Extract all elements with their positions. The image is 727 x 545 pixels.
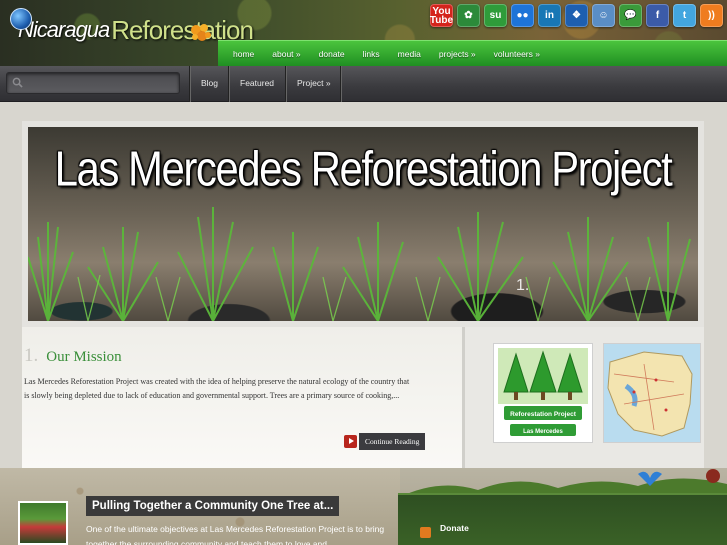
post-excerpt: One of the ultimate objectives at Las Me… [86, 524, 385, 545]
treehugger-icon[interactable]: ✿ [457, 4, 480, 27]
slide-number[interactable]: 1. [516, 277, 529, 295]
flower-icon [191, 24, 211, 41]
topnav-item-projects[interactable]: projects » [430, 49, 485, 59]
slide-image[interactable]: Las Mercedes Reforestation Project 1. [28, 127, 698, 321]
sidebar-widgets: Reforestation Project Las Mercedes [462, 327, 704, 468]
nicaragua-map[interactable] [603, 343, 701, 443]
play-arrow-icon [344, 435, 357, 448]
featured-slider: Las Mercedes Reforestation Project 1. [22, 121, 704, 327]
mission-heading[interactable]: 1. Our Mission [24, 341, 122, 368]
linkedin-icon[interactable]: in [538, 4, 561, 27]
youtube-icon[interactable]: You Tube [430, 4, 453, 27]
nav-blog[interactable]: Blog [201, 66, 218, 102]
search-box [6, 72, 180, 94]
topnav-item-media[interactable]: media [389, 49, 430, 59]
reforestation-project-badge[interactable]: Reforestation Project Las Mercedes [493, 343, 593, 443]
rss-icon[interactable]: )) [700, 4, 723, 27]
continue-reading-button[interactable]: Continue Reading [344, 433, 426, 450]
badge-line2: Las Mercedes [523, 429, 563, 435]
globe-icon [10, 8, 32, 30]
site-header: Nicaragua Reforestation You Tube ✿ su ●● in ❖… [0, 0, 727, 66]
post-title[interactable]: Pulling Together a Community One Tree at… [86, 496, 340, 516]
nav-divider [228, 66, 229, 102]
donate-link[interactable]: Donate [440, 523, 469, 533]
search-input[interactable] [29, 75, 175, 91]
continue-reading-label: Continue Reading [359, 433, 426, 450]
myspace-icon[interactable]: ❖ [565, 4, 588, 27]
donate-panel: Donate [398, 493, 727, 545]
tree-logo-icon: Reforestation Project Las Mercedes [498, 348, 588, 436]
main-content: Las Mercedes Reforestation Project 1. 1.… [22, 121, 704, 468]
reddit-icon[interactable]: ☺ [592, 4, 615, 27]
badge-line1: Reforestation Project [510, 411, 577, 418]
nav-divider [189, 66, 190, 102]
post-thumbnail[interactable] [18, 501, 68, 545]
slide-title: Las Mercedes Reforestation Project [54, 140, 673, 197]
topnav-item-home[interactable]: home [224, 49, 263, 59]
flickr-icon[interactable]: ●● [511, 4, 534, 27]
topnav-item-about[interactable]: about » [263, 49, 309, 59]
mission-number: 1. [24, 345, 39, 366]
mission-text: Las Mercedes Reforestation Project was c… [24, 377, 410, 400]
stumbleupon-icon[interactable]: su [484, 4, 507, 27]
nav-divider [285, 66, 286, 102]
nav-project[interactable]: Project » [297, 66, 331, 102]
topnav-item-links[interactable]: links [354, 49, 389, 59]
nav-divider [340, 66, 341, 102]
topnav-item-donate[interactable]: donate [310, 49, 354, 59]
facebook-icon[interactable]: f [646, 4, 669, 27]
latest-posts-band: Pulling Together a Community One Tree at… [0, 468, 727, 545]
social-icons: You Tube ✿ su ●● in ❖ ☺ 💬 f t)) [430, 4, 723, 27]
secondary-navigation: Blog Featured Project » [0, 66, 727, 102]
mission-section: 1. Our Mission Las Mercedes Reforestatio… [22, 327, 462, 468]
chat-icon[interactable]: 💬 [619, 4, 642, 27]
mission-title: Our Mission [46, 349, 122, 365]
top-navigation: home about » donate links media projects » vol… [218, 40, 727, 66]
search-icon[interactable] [12, 77, 23, 88]
map-icon [604, 344, 700, 442]
site-logo[interactable]: Nicaragua Reforestation [8, 8, 254, 52]
twitter-icon[interactable]: t [673, 4, 696, 27]
donate-icon [420, 527, 431, 538]
nav-featured[interactable]: Featured [240, 66, 274, 102]
topnav-item-volunteers[interactable]: volunteers » [485, 49, 549, 59]
